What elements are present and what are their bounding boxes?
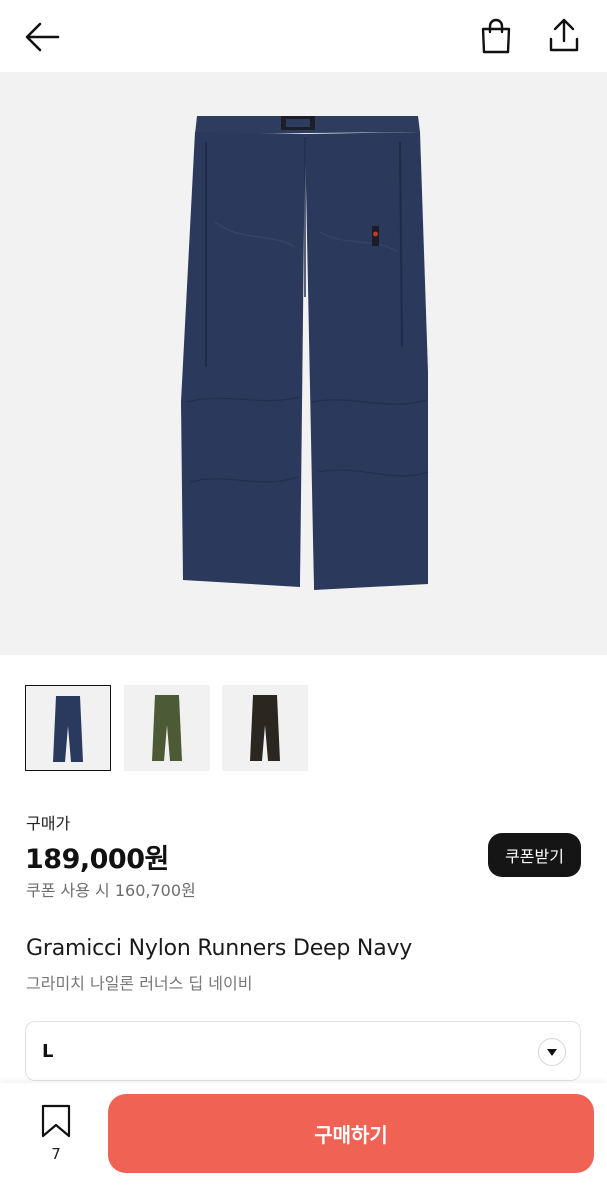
bookmark-icon — [41, 1104, 71, 1138]
get-coupon-button[interactable]: 쿠폰받기 — [488, 833, 581, 877]
product-main-image[interactable] — [0, 72, 607, 655]
size-select-value: L — [42, 1041, 54, 1062]
wishlist-button[interactable]: 7 — [36, 1103, 76, 1163]
product-name-en: Gramicci Nylon Runners Deep Navy — [26, 936, 413, 961]
bottom-action-bar: 7 구매하기 — [0, 1083, 607, 1200]
coupon-price-text: 쿠폰 사용 시 160,700원 — [26, 881, 196, 900]
thumbnail-black[interactable] — [222, 685, 308, 771]
wishlist-count: 7 — [51, 1145, 61, 1163]
arrow-left-icon[interactable] — [24, 20, 60, 54]
price-label: 구매가 — [26, 814, 71, 833]
thumbnail-strip — [0, 685, 607, 773]
buy-button[interactable]: 구매하기 — [108, 1094, 594, 1173]
thumbnail-olive[interactable] — [124, 685, 210, 771]
product-name-ko: 그라미치 나일론 러너스 딥 네이비 — [26, 974, 253, 993]
chevron-down-icon[interactable] — [538, 1038, 566, 1066]
top-bar — [0, 0, 607, 72]
product-price: 189,000원 — [25, 844, 169, 875]
thumbnail-navy[interactable] — [25, 685, 111, 771]
share-upload-icon[interactable] — [547, 17, 581, 53]
pants-illustration — [181, 116, 429, 590]
shopping-bag-icon[interactable] — [479, 18, 513, 54]
size-select[interactable]: L — [25, 1021, 581, 1081]
